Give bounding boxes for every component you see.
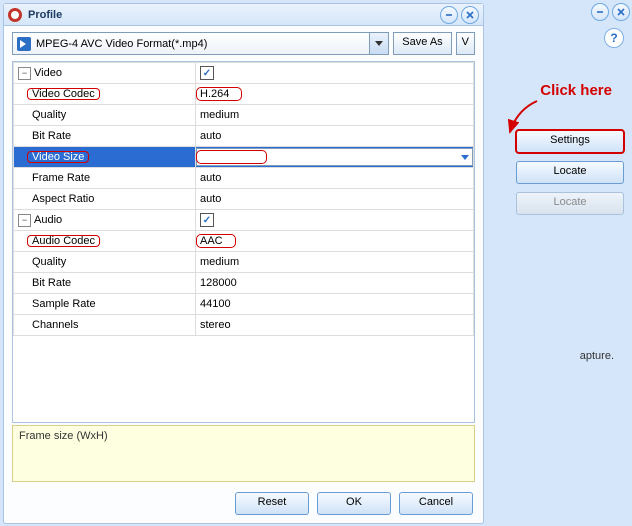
video-group-row[interactable]: −Video ✓ bbox=[14, 63, 474, 84]
locate-button[interactable]: Locate bbox=[516, 161, 624, 184]
collapse-icon[interactable]: − bbox=[18, 214, 31, 227]
video-bitrate-row[interactable]: Bit Rate auto bbox=[14, 126, 474, 147]
click-here-annotation: Click here bbox=[540, 82, 612, 99]
audio-quality-label: Quality bbox=[14, 252, 196, 273]
audio-codec-label: Audio Codec bbox=[27, 235, 100, 247]
profile-titlebar: Profile bbox=[4, 4, 483, 26]
video-codec-value: H.264 bbox=[197, 88, 241, 100]
video-group-label: Video bbox=[34, 67, 62, 79]
video-size-label: Video Size bbox=[27, 151, 89, 163]
format-value: MPEG-4 AVC Video Format(*.mp4) bbox=[36, 38, 207, 50]
audio-checkbox[interactable]: ✓ bbox=[200, 213, 214, 227]
gear-icon bbox=[8, 8, 22, 22]
ok-button[interactable]: OK bbox=[317, 492, 391, 515]
video-aspect-value: auto bbox=[196, 189, 474, 210]
locate-button-disabled: Locate bbox=[516, 192, 624, 215]
video-size-value[interactable]: 1920x1080 bbox=[197, 151, 266, 163]
video-bitrate-label: Bit Rate bbox=[14, 126, 196, 147]
audio-group-label: Audio bbox=[34, 214, 62, 226]
audio-group-row[interactable]: −Audio ✓ bbox=[14, 210, 474, 231]
video-aspect-row[interactable]: Aspect Ratio auto bbox=[14, 189, 474, 210]
video-size-row[interactable]: Video Size 1920x1080 bbox=[14, 147, 474, 168]
video-quality-value: medium bbox=[196, 105, 474, 126]
audio-bitrate-value: 128000 bbox=[196, 273, 474, 294]
audio-sample-value: 44100 bbox=[196, 294, 474, 315]
video-framerate-label: Frame Rate bbox=[14, 168, 196, 189]
reset-button[interactable]: Reset bbox=[235, 492, 309, 515]
audio-channels-label: Channels bbox=[14, 315, 196, 336]
video-codec-label: Video Codec bbox=[27, 88, 100, 100]
settings-button[interactable]: Settings bbox=[516, 130, 624, 153]
video-quality-label: Quality bbox=[14, 105, 196, 126]
hint-panel: Frame size (WxH) bbox=[12, 425, 475, 482]
audio-bitrate-label: Bit Rate bbox=[14, 273, 196, 294]
video-bitrate-value: auto bbox=[196, 126, 474, 147]
chevron-down-icon[interactable] bbox=[369, 33, 388, 54]
audio-quality-row[interactable]: Quality medium bbox=[14, 252, 474, 273]
save-as-button[interactable]: Save As bbox=[393, 32, 451, 55]
audio-codec-row[interactable]: Audio Codec AAC bbox=[14, 231, 474, 252]
dialog-close-icon[interactable] bbox=[461, 6, 479, 24]
video-framerate-value: auto bbox=[196, 168, 474, 189]
help-icon[interactable]: ? bbox=[604, 28, 624, 48]
format-combobox[interactable]: MPEG-4 AVC Video Format(*.mp4) bbox=[12, 32, 389, 55]
video-quality-row[interactable]: Quality medium bbox=[14, 105, 474, 126]
profile-title: Profile bbox=[28, 9, 440, 21]
audio-sample-label: Sample Rate bbox=[14, 294, 196, 315]
property-grid: −Video ✓ Video Codec H.264 Quality mediu… bbox=[12, 61, 475, 423]
video-size-dropdown-icon[interactable] bbox=[458, 149, 472, 165]
collapse-icon[interactable]: − bbox=[18, 67, 31, 80]
audio-quality-value: medium bbox=[196, 252, 474, 273]
audio-sample-row[interactable]: Sample Rate 44100 bbox=[14, 294, 474, 315]
minimize-icon[interactable] bbox=[591, 3, 609, 21]
video-codec-row[interactable]: Video Codec H.264 bbox=[14, 84, 474, 105]
audio-codec-value: AAC bbox=[197, 235, 235, 247]
video-format-icon bbox=[17, 37, 31, 51]
audio-channels-value: stereo bbox=[196, 315, 474, 336]
audio-channels-row[interactable]: Channels stereo bbox=[14, 315, 474, 336]
close-icon[interactable] bbox=[612, 3, 630, 21]
audio-bitrate-row[interactable]: Bit Rate 128000 bbox=[14, 273, 474, 294]
cancel-button[interactable]: Cancel bbox=[399, 492, 473, 515]
video-checkbox[interactable]: ✓ bbox=[200, 66, 214, 80]
capture-text-fragment: apture. bbox=[580, 350, 614, 362]
v-button[interactable]: V bbox=[456, 32, 475, 55]
video-framerate-row[interactable]: Frame Rate auto bbox=[14, 168, 474, 189]
video-aspect-label: Aspect Ratio bbox=[14, 189, 196, 210]
profile-dialog: Profile MPEG-4 AVC Video Format(*.mp4) S… bbox=[3, 3, 484, 524]
dialog-minimize-icon[interactable] bbox=[440, 6, 458, 24]
